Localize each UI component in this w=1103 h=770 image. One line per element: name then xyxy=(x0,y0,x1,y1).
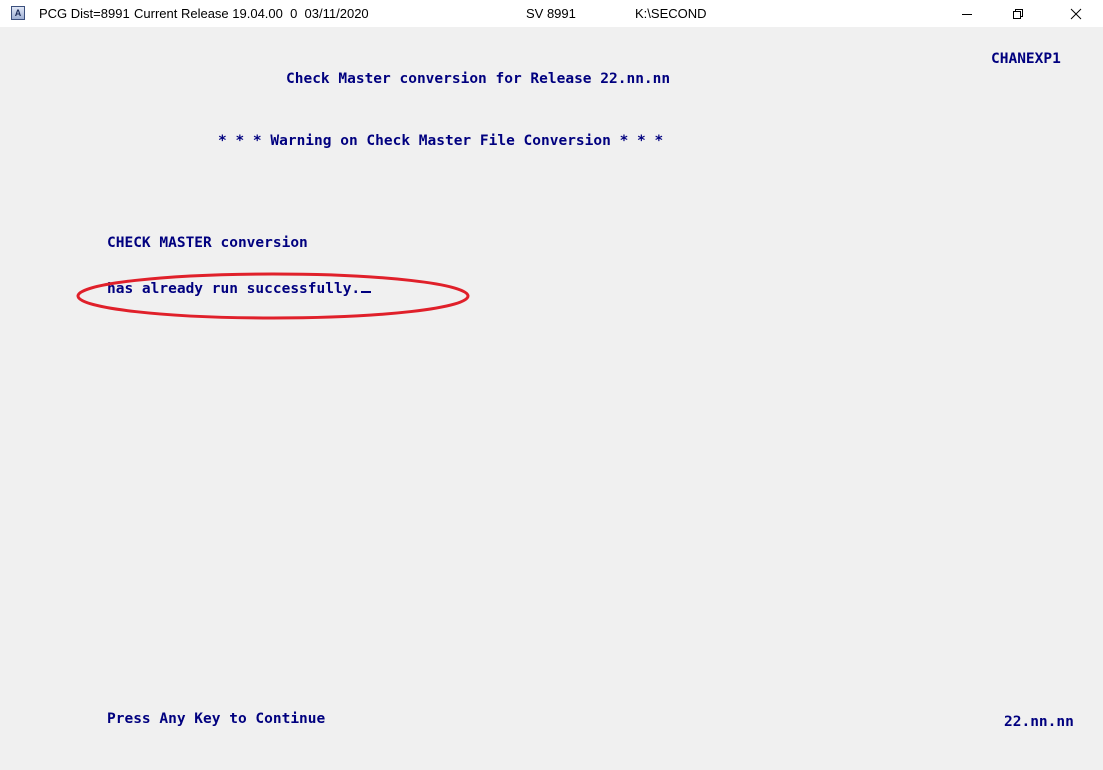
text-cursor xyxy=(361,291,372,293)
minimize-button[interactable] xyxy=(944,0,990,27)
title-sv: SV 8991 xyxy=(526,6,576,21)
app-icon[interactable]: A xyxy=(11,6,25,20)
title-dist: PCG Dist=8991 xyxy=(39,6,130,21)
version-label: 22.nn.nn xyxy=(1004,714,1074,730)
restore-icon xyxy=(1013,8,1023,19)
minimize-icon xyxy=(962,13,972,15)
title-bar[interactable]: A PCG Dist=8991 Current Release 19.04.00… xyxy=(0,0,1103,27)
warning-heading: * * * Warning on Check Master File Conve… xyxy=(218,133,664,149)
title-path: K:\SECOND xyxy=(635,6,707,21)
screen-title: Check Master conversion for Release 22.n… xyxy=(286,71,671,87)
message-text: has already run successfully. xyxy=(107,281,361,297)
terminal-screen[interactable]: CHANEXP1 Check Master conversion for Rel… xyxy=(0,27,1103,770)
terminal-window: A PCG Dist=8991 Current Release 19.04.00… xyxy=(0,0,1103,770)
restore-button[interactable] xyxy=(995,0,1041,27)
program-id: CHANEXP1 xyxy=(991,51,1061,67)
continue-prompt: Press Any Key to Continue xyxy=(107,711,326,727)
message-line-1: CHECK MASTER conversion xyxy=(107,235,308,251)
close-icon xyxy=(1070,8,1082,19)
title-release: Current Release 19.04.00 0 03/11/2020 xyxy=(134,6,369,21)
close-button[interactable] xyxy=(1053,0,1099,27)
message-line-2: has already run successfully. xyxy=(107,280,372,298)
